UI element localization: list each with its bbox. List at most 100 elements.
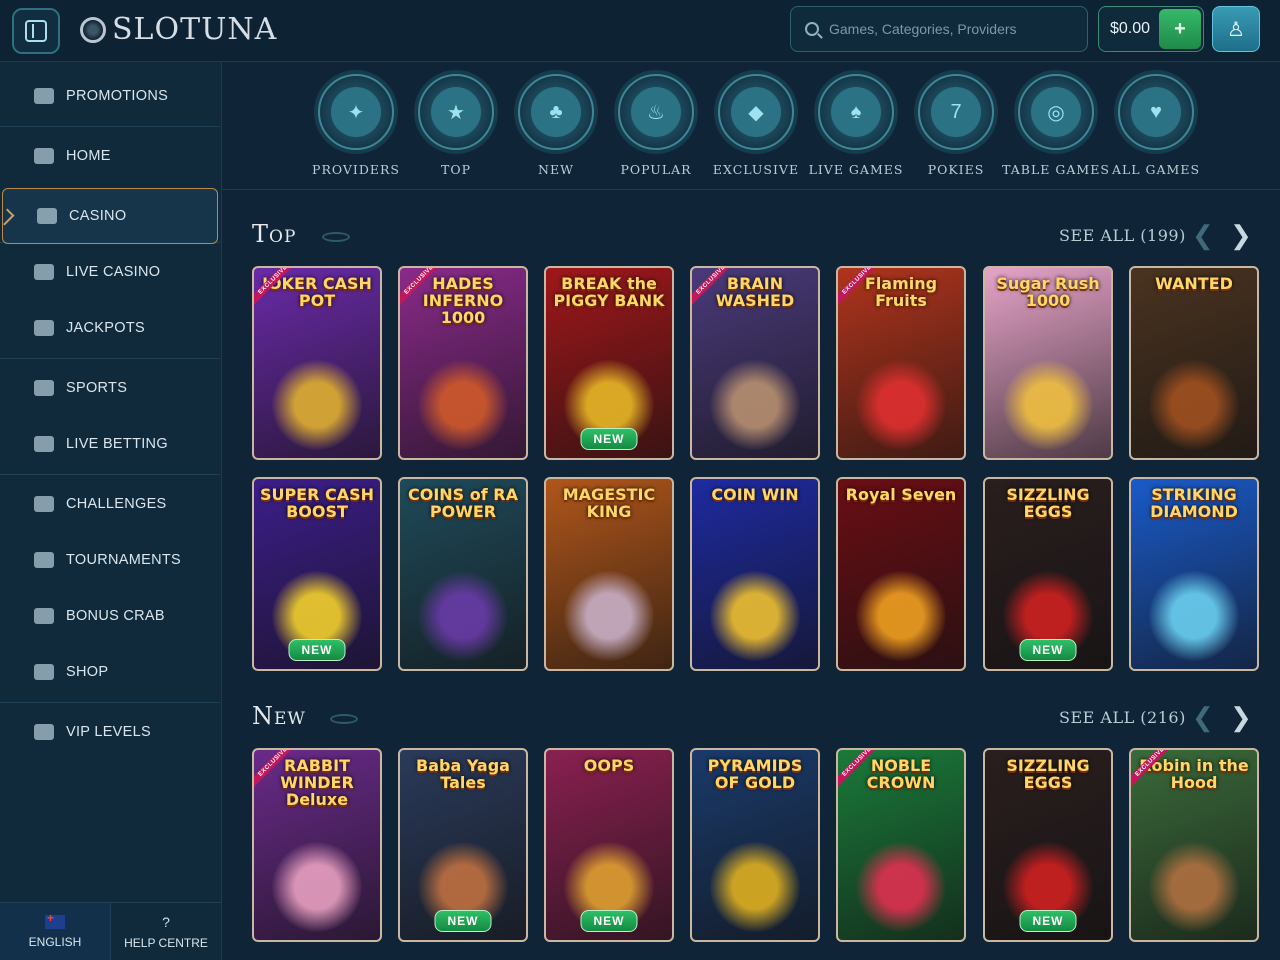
search-box[interactable]	[790, 6, 1088, 52]
game-tile[interactable]: RABBIT WINDER Deluxe EXCLUSIVE	[252, 748, 382, 942]
sidebar-item-promotions[interactable]: PROMOTIONS	[0, 68, 220, 124]
trophy-icon	[34, 552, 54, 568]
category-badge-icon: ♨	[618, 74, 694, 150]
category-badge-icon: ◆	[718, 74, 794, 150]
category-all-games[interactable]: ♥ ALL GAMES	[1111, 74, 1201, 184]
prev-arrow-icon[interactable]: ❮	[1192, 702, 1214, 733]
main-content: ✦ PROVIDERS ★ TOP ♣ NEW ♨ POPULAR ◆ EXCLUSIVE ♠ LIV…	[222, 62, 1280, 960]
sidebar-divider	[0, 126, 220, 127]
new-badge: NEW	[1019, 910, 1077, 932]
balance-amount: $0.00	[1110, 20, 1151, 37]
game-tile[interactable]: SIZZLING EGGS NEW	[983, 477, 1113, 671]
sidebar-item-live-casino[interactable]: LIVE CASINO	[0, 244, 220, 300]
sidebar-divider	[0, 358, 220, 359]
promotions-icon	[34, 88, 54, 104]
game-title: HADES INFERNO 1000	[422, 274, 504, 327]
sidebar: ENGLISH ? HELP CENTRE PROMOTIONS HOME CASI…	[0, 62, 222, 960]
site-logo[interactable]: SLOTUNA	[80, 12, 277, 47]
category-exclusive[interactable]: ◆ EXCLUSIVE	[711, 74, 801, 184]
search-icon	[805, 22, 819, 36]
sidebar-item-label: PROMOTIONS	[66, 88, 169, 104]
profile-button[interactable]: ♙	[1212, 6, 1260, 52]
slot-machine-icon	[37, 208, 57, 224]
see-all-link[interactable]: SEE ALL (216)	[1059, 708, 1186, 727]
category-glyph: ★	[431, 87, 481, 137]
game-tile[interactable]: BRAIN WASHED EXCLUSIVE	[690, 266, 820, 460]
sidebar-item-vip-levels[interactable]: VIP LEVELS	[0, 704, 220, 760]
category-glyph: ✦	[331, 87, 381, 137]
castle-icon	[34, 148, 54, 164]
sidebar-item-label: LIVE CASINO	[66, 264, 161, 280]
game-tile[interactable]: Robin in the Hood EXCLUSIVE	[1129, 748, 1259, 942]
game-artwork	[564, 571, 654, 661]
game-artwork	[1149, 571, 1239, 661]
game-tile[interactable]: COINS of RA POWER	[398, 477, 528, 671]
shop-icon	[34, 664, 54, 680]
category-glyph: ♥	[1131, 87, 1181, 137]
game-artwork	[710, 571, 800, 661]
target-icon	[34, 496, 54, 512]
category-top[interactable]: ★ TOP	[411, 74, 501, 184]
game-title: SIZZLING EGGS	[1006, 756, 1090, 792]
sidebar-item-live-betting[interactable]: LIVE BETTING	[0, 416, 220, 472]
sidebar-footer: ENGLISH ? HELP CENTRE	[0, 902, 221, 960]
category-pokies[interactable]: 7 POKIES	[911, 74, 1001, 184]
game-tile[interactable]: OOPS NEW	[544, 748, 674, 942]
see-all-link[interactable]: SEE ALL (199)	[1059, 226, 1186, 245]
category-live-games[interactable]: ♠ LIVE GAMES	[809, 74, 902, 184]
next-arrow-icon[interactable]: ❯	[1230, 702, 1252, 733]
category-table-games[interactable]: ◎ TABLE GAMES	[1002, 74, 1109, 184]
game-tile[interactable]: BREAK the PIGGY BANK NEW	[544, 266, 674, 460]
game-tile[interactable]: COIN WIN	[690, 477, 820, 671]
game-tile[interactable]: PYRAMIDS OF GOLD	[690, 748, 820, 942]
sidebar-item-casino[interactable]: CASINO	[2, 188, 218, 244]
game-title: WANTED	[1155, 274, 1233, 293]
sidebar-item-bonus-crab[interactable]: BONUS CRAB	[0, 588, 220, 644]
prev-arrow-icon[interactable]: ❮	[1192, 220, 1214, 251]
category-new[interactable]: ♣ NEW	[511, 74, 601, 184]
game-tile[interactable]: STRIKING DIAMOND	[1129, 477, 1259, 671]
category-badge-icon: ♣	[518, 74, 594, 150]
game-title: COIN WIN	[711, 485, 799, 504]
game-tile[interactable]: MAGESTIC KING	[544, 477, 674, 671]
sidebar-toggle-button[interactable]	[12, 8, 60, 54]
game-title: SUPER CASH BOOST	[259, 485, 375, 521]
balance-widget[interactable]: $0.00 +	[1098, 6, 1204, 52]
category-badge-icon: ♥	[1118, 74, 1194, 150]
game-tile[interactable]: Sugar Rush 1000	[983, 266, 1113, 460]
game-tile[interactable]: HADES INFERNO 1000 EXCLUSIVE	[398, 266, 528, 460]
help-centre-link[interactable]: ? HELP CENTRE	[110, 903, 221, 960]
game-tile[interactable]: SIZZLING EGGS NEW	[983, 748, 1113, 942]
game-title: Sugar Rush 1000	[996, 274, 1100, 310]
sidebar-item-jackpots[interactable]: JACKPOTS	[0, 300, 220, 356]
category-popular[interactable]: ♨ POPULAR	[611, 74, 701, 184]
deposit-button[interactable]: +	[1159, 9, 1201, 49]
sidebar-item-label: VIP LEVELS	[66, 724, 151, 740]
game-artwork	[856, 571, 946, 661]
language-label: ENGLISH	[28, 934, 82, 949]
game-tile[interactable]: WANTED	[1129, 266, 1259, 460]
game-tile[interactable]: JOKER CASH POT EXCLUSIVE	[252, 266, 382, 460]
category-providers[interactable]: ✦ PROVIDERS	[311, 74, 401, 184]
sidebar-item-sports[interactable]: SPORTS	[0, 360, 220, 416]
next-arrow-icon[interactable]: ❯	[1230, 220, 1252, 251]
ball-icon	[34, 380, 54, 396]
sidebar-item-label: LIVE BETTING	[66, 436, 168, 452]
sidebar-item-challenges[interactable]: CHALLENGES	[0, 476, 220, 532]
game-title: OOPS	[583, 756, 635, 775]
sidebar-item-shop[interactable]: SHOP	[0, 644, 220, 700]
game-artwork	[418, 571, 508, 661]
game-tile[interactable]: SUPER CASH BOOST NEW	[252, 477, 382, 671]
sidebar-item-label: BONUS CRAB	[66, 608, 165, 624]
sidebar-item-home[interactable]: HOME	[0, 128, 220, 184]
search-input[interactable]	[829, 21, 1059, 37]
category-label: NEW	[538, 162, 574, 177]
game-tile[interactable]: Royal Seven	[836, 477, 966, 671]
category-label: TOP	[441, 162, 471, 177]
help-label: HELP CENTRE	[124, 935, 208, 950]
sidebar-item-tournaments[interactable]: TOURNAMENTS	[0, 532, 220, 588]
game-tile[interactable]: NOBLE CROWN EXCLUSIVE	[836, 748, 966, 942]
language-selector[interactable]: ENGLISH	[0, 903, 110, 960]
game-tile[interactable]: Flaming Fruits EXCLUSIVE	[836, 266, 966, 460]
game-tile[interactable]: Baba Yaga Tales NEW	[398, 748, 528, 942]
